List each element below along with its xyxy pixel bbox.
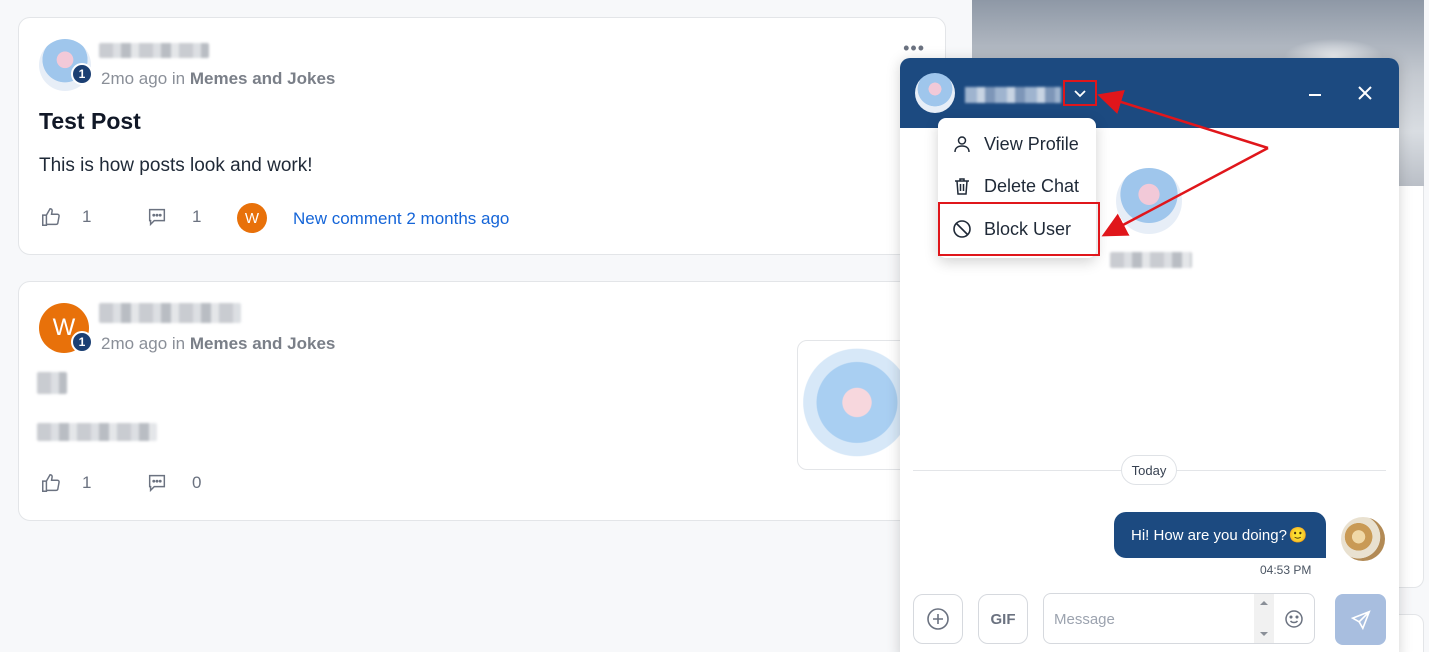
menu-item-view-profile[interactable]: View Profile [938,123,1096,165]
date-divider: Today [1121,455,1177,485]
post-meta: 2mo ago in Memes and Jokes [101,334,335,354]
post-card: 1 2mo ago in Memes and Jokes ••• Test Po… [18,17,946,255]
level-badge: 1 [71,331,93,353]
highlight-box [938,202,1100,256]
message-emoji: 🙂 [1288,527,1308,544]
message-input-box[interactable] [1043,593,1315,644]
message-bubble[interactable]: Hi! How are you doing? 🙂 [1114,512,1326,558]
post-meta: 2mo ago in Memes and Jokes [101,69,335,89]
user-icon [954,136,970,153]
comment-count: 1 [192,207,202,226]
community-link[interactable]: Memes and Jokes [190,69,336,88]
menu-item-delete-chat[interactable]: Delete Chat [938,165,1096,207]
comment-icon [148,474,166,493]
post-image[interactable] [797,340,917,470]
like-button[interactable]: 1 [40,206,91,228]
level-badge: 1 [71,63,93,85]
gif-button[interactable]: GIF [978,594,1028,644]
post-time: 2mo ago in [101,69,186,88]
like-button[interactable]: 1 [40,472,91,494]
new-comment-link[interactable]: New comment 2 months ago [293,209,509,229]
more-icon[interactable]: ••• [903,38,925,59]
chat-profile-avatar[interactable] [1116,168,1182,234]
author-name[interactable] [99,43,209,58]
menu-label: View Profile [984,133,1079,154]
minimize-icon [1309,94,1321,96]
post-card: W 1 2mo ago in Memes and Jokes 1 0 [18,281,946,521]
post-time: 2mo ago in [101,334,186,353]
message-input[interactable] [1054,608,1254,630]
send-button[interactable] [1335,594,1386,645]
like-count: 1 [82,207,92,226]
plus-icon [927,608,949,630]
close-icon [1358,86,1372,100]
chat-user-avatar[interactable] [915,73,955,113]
post-body: This is how posts look and work! [39,155,313,176]
chat-options-button[interactable] [1063,80,1097,106]
message-time: 04:53 PM [1260,563,1312,577]
author-name[interactable] [99,303,241,323]
post-body [37,423,157,441]
comment-button[interactable]: 0 [146,472,201,494]
commenter-avatar[interactable]: W [237,203,267,233]
chat-profile-name [1110,252,1192,268]
like-icon [42,208,60,226]
comment-icon [148,208,166,227]
post-title[interactable] [37,372,67,394]
input-scrollbar[interactable] [1254,594,1274,643]
trash-icon [955,178,969,195]
minimize-button[interactable] [1300,78,1330,108]
community-link[interactable]: Memes and Jokes [190,334,336,353]
gif-label: GIF [990,610,1016,628]
menu-label: Delete Chat [984,175,1080,196]
chat-user-name[interactable] [965,87,1061,103]
message-text: Hi! How are you doing? [1131,526,1287,544]
attach-button[interactable] [913,594,963,644]
like-count: 1 [82,473,92,492]
emoji-icon[interactable] [1284,609,1304,629]
my-avatar [1341,517,1385,561]
commenter-initial: W [244,209,260,227]
like-icon [42,474,60,492]
close-button[interactable] [1350,78,1380,108]
post-title[interactable]: Test Post [39,108,141,135]
comment-count: 0 [192,473,202,492]
send-icon [1350,609,1371,630]
chevron-down-icon [1074,90,1086,98]
comment-button[interactable]: 1 [146,206,201,228]
